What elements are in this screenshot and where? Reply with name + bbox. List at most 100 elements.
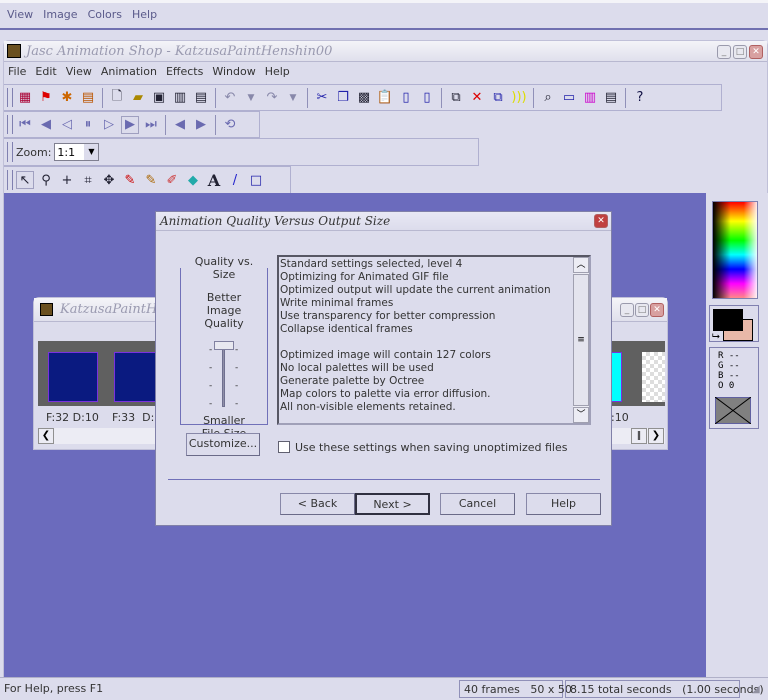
effect-icon[interactable]: ))): [510, 89, 528, 107]
delete-frames-icon[interactable]: ✕: [468, 89, 486, 107]
print-icon[interactable]: ▤: [192, 89, 210, 107]
arrow-tool-icon[interactable]: ↖: [16, 171, 34, 189]
zoom-tool-icon[interactable]: ⚲: [37, 171, 55, 189]
next-button[interactable]: Next >: [355, 493, 430, 515]
menu-view[interactable]: View: [66, 65, 92, 78]
save-icon[interactable]: ▣: [150, 89, 168, 107]
menu-image[interactable]: Image: [43, 8, 77, 21]
brush-tool-icon[interactable]: ✎: [142, 171, 160, 189]
quality-slider[interactable]: ---- ----: [209, 341, 239, 411]
unoptimized-checkbox[interactable]: [278, 441, 290, 453]
resize-grip-icon[interactable]: ◢: [752, 684, 760, 695]
menu-effects[interactable]: Effects: [166, 65, 203, 78]
main-toolbar: ▦ ⚑ ✱ ▤ 🗋 ▰ ▣ ▥ ▤ ↶ ▼ ↷ ▼ ✂ ❐ ▩ 📋 ▯ ▯ ⧉ …: [4, 84, 722, 111]
menu-help[interactable]: Help: [265, 65, 290, 78]
title-bar[interactable]: Jasc Animation Shop - KatzusaPaintHenshi…: [4, 41, 767, 62]
dropper-tool-icon[interactable]: ✎: [121, 171, 139, 189]
paste-after-icon[interactable]: ▯: [418, 89, 436, 107]
scroll-thumb[interactable]: ‖: [631, 428, 647, 444]
rectangle-tool-icon[interactable]: □: [247, 171, 265, 189]
dialog-title-bar[interactable]: Animation Quality Versus Output Size ✕: [156, 212, 611, 231]
previous-frame-icon[interactable]: ◀: [37, 116, 55, 134]
info-text-area[interactable]: Standard settings selected, level 4 Optim…: [277, 255, 591, 425]
info-line: [280, 336, 589, 349]
save-as-icon[interactable]: ▥: [171, 89, 189, 107]
frame-properties-icon[interactable]: ▭: [560, 89, 578, 107]
dialog-close-button[interactable]: ✕: [594, 214, 608, 228]
minimize-button[interactable]: _: [717, 45, 731, 59]
redo-dropdown-icon[interactable]: ▼: [284, 89, 302, 107]
scroll-left-button[interactable]: ❮: [38, 428, 54, 444]
tools-toolbar: ↖ ⚲ + ⌗ ✥ ✎ ✎ ✐ ◆ A / □: [4, 166, 291, 194]
menu-edit[interactable]: Edit: [35, 65, 56, 78]
anim-maximize-button[interactable]: □: [635, 303, 649, 317]
menu-window[interactable]: Window: [212, 65, 255, 78]
back-button[interactable]: < Back: [280, 493, 355, 515]
step-forward-icon[interactable]: ▷: [100, 116, 118, 134]
redo-icon[interactable]: ↷: [263, 89, 281, 107]
animation-wizard-icon[interactable]: ▦: [16, 89, 34, 107]
frame-thumbnail[interactable]: [48, 352, 98, 402]
color-palette-icon[interactable]: ▥: [581, 89, 599, 107]
maximize-button[interactable]: □: [733, 45, 747, 59]
open-icon[interactable]: ▰: [129, 89, 147, 107]
loop-icon[interactable]: ⟲: [221, 116, 239, 134]
fill-tool-icon[interactable]: ◆: [184, 171, 202, 189]
previous-icon[interactable]: ◀: [171, 116, 189, 134]
vertical-scrollbar[interactable]: ︿ ≡ ﹀: [573, 257, 589, 423]
banner-wizard-icon[interactable]: ⚑: [37, 89, 55, 107]
text-tool-icon[interactable]: A: [205, 171, 223, 190]
frame-thumbnail[interactable]: [642, 352, 665, 402]
undo-icon[interactable]: ↶: [221, 89, 239, 107]
first-frame-icon[interactable]: ⏮: [16, 116, 34, 134]
customize-button[interactable]: Customize...: [186, 433, 260, 456]
copy-icon[interactable]: ❐: [334, 89, 352, 107]
close-button[interactable]: ✕: [749, 45, 763, 59]
menu-colors[interactable]: Colors: [88, 8, 122, 21]
eraser-tool-icon[interactable]: ✐: [163, 171, 181, 189]
slider-thumb[interactable]: [214, 341, 234, 350]
play-icon[interactable]: ▶: [121, 115, 139, 134]
scroll-right-button[interactable]: ❯: [648, 428, 664, 444]
paste-before-icon[interactable]: ▯: [397, 89, 415, 107]
copy-frames-icon[interactable]: ▩: [355, 89, 373, 107]
menu-help[interactable]: Help: [132, 8, 157, 21]
cancel-button[interactable]: Cancel: [440, 493, 515, 515]
menu-view[interactable]: View: [7, 8, 33, 21]
menu-animation[interactable]: Animation: [101, 65, 157, 78]
insert-frames-icon[interactable]: ⧉: [447, 89, 465, 107]
step-back-icon[interactable]: ◁: [58, 116, 76, 134]
pause-icon[interactable]: ⏸: [79, 116, 97, 134]
zoom-select[interactable]: 1:1 ▼: [54, 143, 100, 161]
opacity-value: O 0: [718, 381, 735, 391]
cut-icon[interactable]: ✂: [313, 89, 331, 107]
scroll-down-button[interactable]: ﹀: [573, 407, 589, 423]
help-button[interactable]: Help: [526, 493, 601, 515]
mover-tool-icon[interactable]: ✥: [100, 171, 118, 189]
last-frame-icon[interactable]: ⏭: [142, 116, 160, 134]
anim-minimize-button[interactable]: _: [620, 303, 634, 317]
info-line: Optimized image will contain 127 colors: [280, 349, 491, 361]
swap-colors-icon[interactable]: ⮡: [712, 331, 720, 342]
new-icon[interactable]: 🗋: [108, 89, 126, 107]
undo-dropdown-icon[interactable]: ▼: [242, 89, 260, 107]
color-spectrum[interactable]: [712, 201, 758, 299]
crop-tool-icon[interactable]: ⌗: [79, 171, 97, 189]
palette-icon[interactable]: ▤: [79, 89, 97, 107]
optimization-wizard-icon[interactable]: ✱: [58, 89, 76, 107]
film-strip-icon[interactable]: ▤: [602, 89, 620, 107]
foreground-color-swatch[interactable]: [713, 309, 743, 331]
context-help-icon[interactable]: ?: [631, 89, 649, 107]
scroll-up-button[interactable]: ︿: [573, 257, 589, 273]
line-tool-icon[interactable]: /: [226, 171, 244, 189]
crosshair-tool-icon[interactable]: +: [58, 171, 76, 189]
menu-file[interactable]: File: [8, 65, 26, 78]
paste-icon[interactable]: 📋: [376, 89, 394, 107]
duplicate-frames-icon[interactable]: ⧉: [489, 89, 507, 107]
info-line: Map colors to palette via error diffusio…: [280, 388, 491, 400]
zoom-view-icon[interactable]: ⌕: [539, 89, 557, 107]
scroll-thumb[interactable]: ≡: [573, 274, 589, 406]
anim-close-button[interactable]: ✕: [650, 303, 664, 317]
next-icon[interactable]: ▶: [192, 116, 210, 134]
chevron-down-icon[interactable]: ▼: [84, 144, 99, 160]
